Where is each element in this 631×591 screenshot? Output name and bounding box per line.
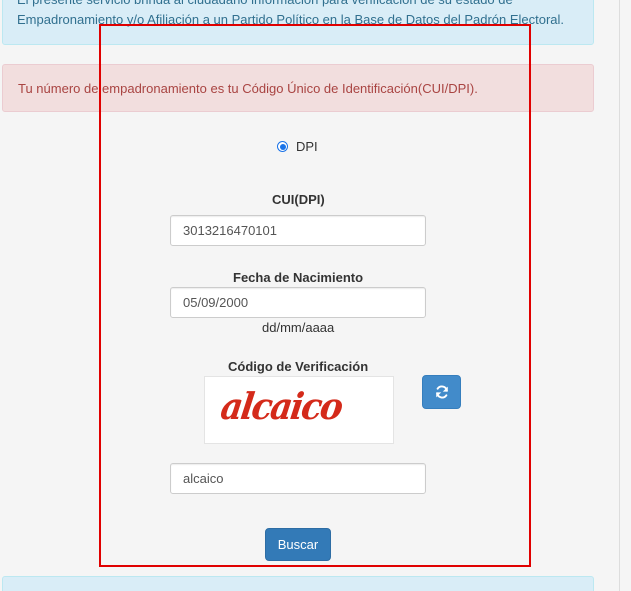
captcha-image: alcaico [204,376,394,444]
panel-right-border [619,0,620,591]
refresh-captcha-button[interactable] [422,375,461,409]
radio-dot [279,143,286,150]
info-line-1: El presente servicio brinda al ciudadano… [17,0,513,10]
info-line-2: Empadronamiento y/o Afiliación a un Part… [17,12,565,27]
cui-input[interactable]: 3013216470101 [170,215,426,246]
dpi-radio-option[interactable]: DPI [277,139,318,154]
bottom-info-alert [2,576,594,591]
birth-date-input[interactable]: 05/09/2000 [170,287,426,318]
cui-notice-alert: Tu número de empadronamiento es tu Códig… [2,64,594,112]
verification-code-label: Código de Verificación [228,359,369,374]
cui-label: CUI(DPI) [272,192,325,207]
search-button[interactable]: Buscar [265,528,331,561]
info-alert: El presente servicio brinda al ciudadano… [2,0,594,45]
dpi-radio[interactable] [277,141,288,152]
captcha-text: alcaico [217,385,345,429]
cui-notice-text: Tu número de empadronamiento es tu Códig… [18,81,478,96]
birth-date-format-hint: dd/mm/aaaa [262,320,335,335]
refresh-icon [435,385,448,399]
page: El presente servicio brinda al ciudadano… [0,0,631,591]
verification-code-input[interactable]: alcaico [170,463,426,494]
dpi-radio-label: DPI [296,139,318,154]
birth-date-label: Fecha de Nacimiento [233,270,364,285]
